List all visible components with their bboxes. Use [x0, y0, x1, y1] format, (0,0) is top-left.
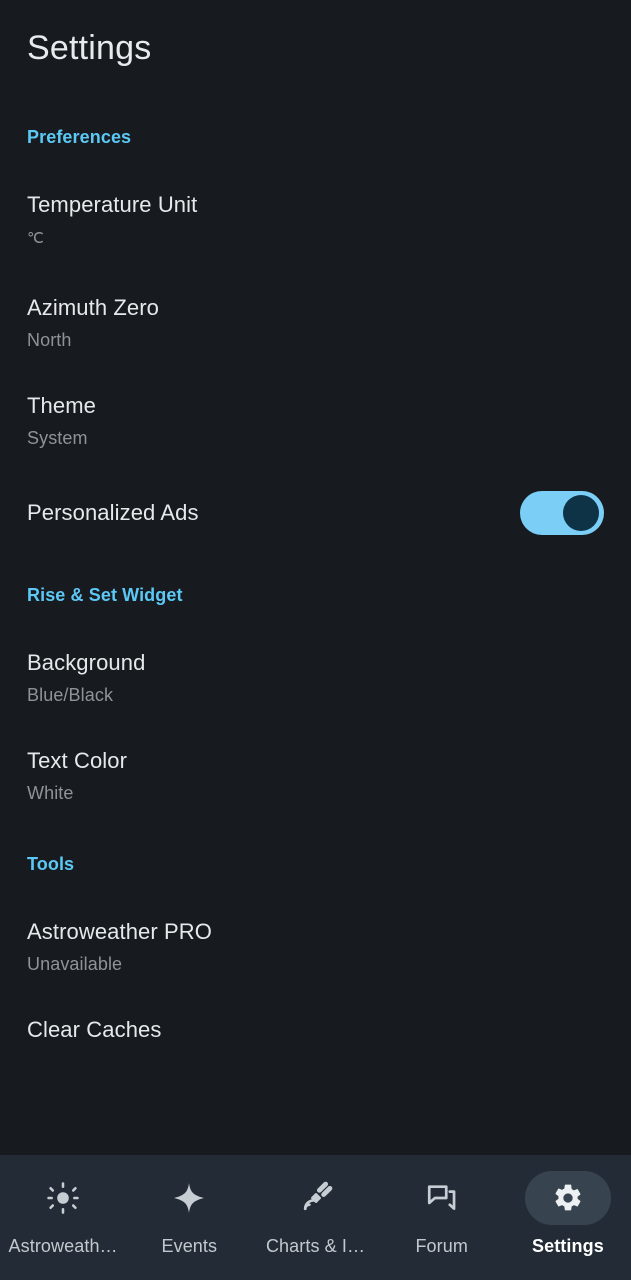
setting-value: Blue/Black: [27, 685, 114, 706]
nav-item-charts-and-info[interactable]: Charts & I…: [252, 1171, 378, 1257]
setting-row-personalized-ads[interactable]: Personalized Ads: [0, 490, 631, 535]
nav-label: Events: [161, 1236, 218, 1256]
setting-row-astroweather-pro[interactable]: Astroweather PRO Unavailable: [0, 919, 631, 975]
setting-row-theme[interactable]: Theme System: [0, 393, 631, 449]
section-header-tools: Tools: [27, 853, 75, 874]
setting-title: Theme: [27, 392, 96, 418]
personalized-ads-toggle[interactable]: [520, 490, 604, 535]
setting-title: Astroweather PRO: [27, 918, 213, 944]
nav-label: Forum: [415, 1236, 468, 1256]
star-icon: [172, 1181, 206, 1215]
nav-label: Astroweath…: [8, 1236, 118, 1256]
setting-title: Personalized Ads: [27, 500, 199, 526]
bottom-navigation-bar: Astroweath… Events Charts & I… Forum Set…: [0, 1155, 631, 1280]
nav-pill: [146, 1171, 232, 1225]
setting-title: Temperature Unit: [27, 192, 198, 218]
setting-title: Azimuth Zero: [27, 294, 160, 320]
sun-icon: [46, 1181, 80, 1215]
setting-title: Clear Caches: [27, 1016, 162, 1042]
nav-label: Charts & I…: [265, 1236, 366, 1256]
nav-item-events[interactable]: Events: [126, 1171, 252, 1257]
setting-value: White: [27, 783, 74, 804]
setting-value: Unavailable: [27, 954, 123, 975]
setting-row-text-color[interactable]: Text Color White: [0, 748, 631, 804]
setting-row-clear-caches[interactable]: Clear Caches: [0, 1017, 631, 1042]
gear-icon: [552, 1182, 584, 1214]
nav-item-settings[interactable]: Settings: [505, 1171, 631, 1257]
nav-item-forum[interactable]: Forum: [379, 1171, 505, 1257]
setting-title: Background: [27, 649, 146, 675]
setting-value: System: [27, 428, 88, 449]
nav-pill: [20, 1171, 106, 1225]
page-title: Settings: [27, 29, 152, 67]
chat-bubbles-icon: [425, 1181, 459, 1215]
nav-pill-active: [524, 1171, 611, 1225]
satellite-icon: [299, 1181, 333, 1215]
nav-item-astroweather[interactable]: Astroweath…: [0, 1171, 126, 1257]
setting-value: ℃: [27, 229, 44, 247]
section-header-rise-set-widget: Rise & Set Widget: [27, 584, 183, 605]
setting-row-temperature-unit[interactable]: Temperature Unit ℃: [0, 192, 631, 247]
nav-label: Settings: [532, 1236, 604, 1256]
settings-scroll-area[interactable]: Settings Preferences Temperature Unit ℃ …: [0, 0, 631, 1155]
section-header-preferences: Preferences: [27, 127, 132, 148]
setting-title: Text Color: [27, 747, 128, 773]
setting-row-background[interactable]: Background Blue/Black: [0, 650, 631, 706]
nav-pill: [399, 1171, 485, 1225]
setting-value: North: [27, 330, 72, 351]
nav-pill: [273, 1171, 359, 1225]
setting-row-azimuth-zero[interactable]: Azimuth Zero North: [0, 295, 631, 351]
settings-screen: Settings Preferences Temperature Unit ℃ …: [0, 0, 631, 1280]
toggle-thumb: [563, 494, 599, 531]
